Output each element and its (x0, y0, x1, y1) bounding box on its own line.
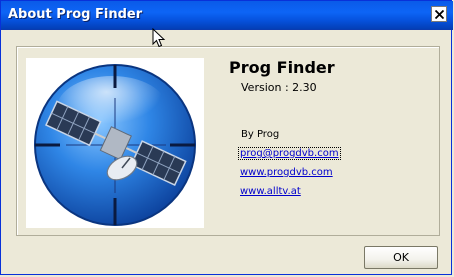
ok-button[interactable]: OK (364, 246, 438, 269)
mouse-pointer-icon (152, 28, 166, 48)
title-bar[interactable]: About Prog Finder (1, 1, 453, 30)
close-button[interactable] (431, 6, 447, 22)
email-link[interactable]: prog@progdvb.com (238, 147, 341, 160)
website-link-alltv[interactable]: www.alltv.at (240, 186, 301, 197)
close-icon (435, 10, 444, 19)
about-dialog: About Prog Finder Prog Finder Version: … (0, 0, 453, 275)
version-label: Version : 2.30 (241, 81, 317, 94)
window-title: About Prog Finder (8, 7, 143, 22)
app-name: Prog Finder (229, 58, 335, 77)
satellite-globe-icon (34, 64, 196, 226)
logo-panel (26, 58, 204, 228)
website-link-progdvb[interactable]: www.progdvb.com (240, 167, 333, 178)
author-label: By Prog (241, 129, 280, 140)
